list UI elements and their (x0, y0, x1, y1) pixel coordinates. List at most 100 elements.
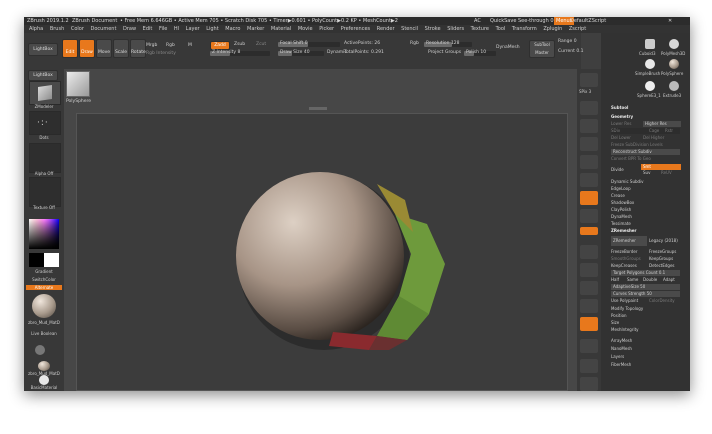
menu-layer[interactable]: Layer (186, 26, 200, 32)
menu-render[interactable]: Render (377, 26, 395, 32)
menu-transform[interactable]: Transform (512, 26, 537, 32)
menu-light[interactable]: Light (206, 26, 218, 32)
fibermesh-header[interactable]: FiberMesh (611, 362, 680, 368)
cage-button[interactable]: Cage (649, 128, 659, 134)
keepcreases-button[interactable]: KeepCreases (611, 263, 637, 268)
menu-marker[interactable]: Marker (247, 26, 264, 32)
polysphere-thumbnail[interactable] (66, 71, 90, 97)
arraymesh-header[interactable]: ArrayMesh (611, 338, 680, 344)
dots-stroke-icon[interactable]: ·:· (29, 111, 61, 135)
tessimate-header[interactable]: Tessimate (611, 221, 680, 227)
simplebrush-thumb[interactable] (645, 59, 655, 69)
dynamesh-header[interactable]: DynaMesh (611, 214, 680, 220)
menu-file[interactable]: File (159, 26, 167, 32)
lightbox-button[interactable]: LightBox (28, 43, 58, 56)
menu-zplugin[interactable]: Zplugin (543, 26, 562, 32)
rgb-toggle[interactable]: Rgb (410, 41, 419, 47)
gradient-button[interactable]: Gradient (26, 269, 62, 274)
see-through-slider[interactable]: See-through 0 (518, 17, 554, 25)
edit-button[interactable]: Edit (62, 39, 78, 58)
solo-icon[interactable] (580, 359, 598, 373)
menu-stroke[interactable]: Stroke (425, 26, 441, 32)
rstr-button[interactable]: Rstr (665, 128, 673, 134)
current-slider[interactable]: Current 0.1 (558, 49, 584, 55)
zremesher-header[interactable]: ZRemesher (611, 228, 680, 234)
keepgroups-button[interactable]: KeepGroups (649, 256, 673, 262)
floor-icon[interactable] (580, 191, 598, 205)
extrude-thumb[interactable] (669, 81, 679, 91)
divide-button[interactable]: Divide (611, 167, 624, 173)
zadd-button[interactable]: Zadd (210, 41, 230, 50)
xpose-icon[interactable] (580, 377, 598, 391)
texture-slot[interactable] (29, 177, 61, 207)
layers-header[interactable]: Layers (611, 354, 680, 360)
m-button[interactable]: M (188, 43, 192, 49)
del-lower-button[interactable]: Del Lower (611, 135, 631, 140)
cube-brush-icon[interactable] (29, 81, 61, 105)
rgb-intensity-slider[interactable]: Rgb Intensity (146, 51, 176, 57)
target-polycount-slider[interactable]: Target Polygons Count 0.1 (611, 270, 680, 276)
persp-icon[interactable] (580, 173, 598, 187)
menu-stencil[interactable]: Stencil (401, 26, 418, 32)
nanomesh-header[interactable]: NanoMesh (611, 346, 680, 352)
half-button[interactable]: Half (611, 277, 619, 282)
scale-button[interactable]: Scale (113, 39, 129, 58)
menu-edit[interactable]: Edit (143, 26, 153, 32)
subtool-master-button[interactable]: SubTool Master (529, 40, 555, 58)
use-polypaint-button[interactable]: Use Polypaint (611, 298, 638, 303)
basic-material-icon[interactable] (39, 375, 49, 385)
ac-button[interactable]: AC (474, 17, 481, 25)
convert-bpr-button[interactable]: Convert BPR To Geo (611, 156, 680, 162)
crease-header[interactable]: Crease (611, 193, 680, 199)
rotate-view-icon[interactable] (580, 299, 598, 313)
double-button[interactable]: Double (643, 277, 657, 283)
scroll-icon[interactable] (580, 101, 598, 115)
freezeborder-button[interactable]: FreezeBorder (611, 249, 637, 254)
polyframe-icon[interactable] (580, 317, 598, 331)
menu-alpha[interactable]: Alpha (29, 26, 43, 32)
menu-picker[interactable]: Picker (319, 26, 334, 32)
sdiv-slider[interactable]: SDiv (611, 128, 620, 133)
suv-toggle[interactable]: Suv (641, 170, 650, 176)
adapt-button[interactable]: Adapt (663, 277, 675, 283)
mrgb-button[interactable]: Mrgb (146, 43, 157, 49)
project-button[interactable]: Project (428, 50, 443, 56)
menu-preferences[interactable]: Preferences (341, 26, 370, 32)
draw-button[interactable]: Draw (79, 39, 95, 58)
polysphere-tool-thumb[interactable] (669, 59, 679, 69)
detectedges-button[interactable]: DetectEdges (649, 263, 675, 269)
cuboid-thumb[interactable] (645, 39, 655, 49)
lightbox-tab[interactable]: LightBox (28, 70, 58, 81)
quicksave-button[interactable]: QuickSave (490, 17, 516, 25)
menu-material[interactable]: Material (271, 26, 291, 32)
menu-color[interactable]: Color (71, 26, 84, 32)
move-view-icon[interactable] (580, 263, 598, 277)
modify-topology-header[interactable]: Modify Topology (611, 306, 680, 312)
adaptivesize-slider[interactable]: AdaptiveSize 50 (611, 284, 680, 290)
alpha-slot[interactable] (29, 143, 61, 173)
secondary-color-swatch[interactable] (44, 253, 59, 267)
polymesh-thumb[interactable] (669, 39, 679, 49)
menu-draw[interactable]: Draw (123, 26, 136, 32)
subtool-header[interactable]: Subtool (611, 105, 680, 111)
switchcolor-button[interactable]: SwitchColor (26, 277, 62, 282)
menu-macro[interactable]: Macro (225, 26, 240, 32)
meshintegrity-header[interactable]: MeshIntegrity (611, 327, 680, 333)
menu-tool[interactable]: Tool (496, 26, 506, 32)
local-icon[interactable] (580, 209, 598, 223)
zoom-icon[interactable] (580, 119, 598, 133)
position-header[interactable]: Position (611, 313, 680, 319)
range-slider[interactable]: Range 0 (558, 39, 577, 45)
del-higher-button[interactable]: Del Higher (643, 135, 664, 141)
reconstruct-subdiv-button[interactable]: Reconstruct Subdiv (611, 149, 680, 155)
aahalf-icon[interactable] (580, 155, 598, 169)
dynamesh-button[interactable]: DynaMesh (496, 45, 520, 51)
document-canvas[interactable] (76, 113, 568, 391)
shadowbox-header[interactable]: ShadowBox (611, 200, 680, 206)
zsub-button[interactable]: Zsub (234, 42, 245, 48)
groups-button[interactable]: Groups (445, 50, 461, 56)
lower-res-button[interactable]: Lower Res (611, 121, 631, 126)
move-button[interactable]: Move (96, 39, 112, 58)
menu-sliders[interactable]: Sliders (447, 26, 464, 32)
color-picker[interactable] (29, 219, 59, 249)
